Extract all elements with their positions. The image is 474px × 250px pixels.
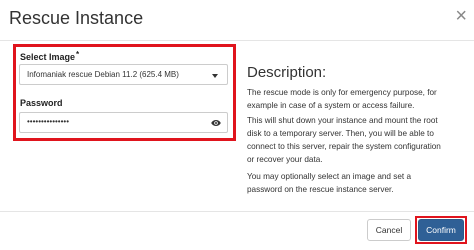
description-line: connect to this server, repair the syste… xyxy=(247,142,441,151)
cancel-button[interactable]: Cancel xyxy=(367,219,411,241)
description-line: or recover your data. xyxy=(247,155,323,164)
description-paragraph-3: You may optionally select an image and s… xyxy=(247,170,462,196)
password-field[interactable]: ••••••••••••••• xyxy=(19,112,228,133)
image-select[interactable]: Infomaniak rescue Debian 11.2 (625.4 MB) xyxy=(19,64,228,85)
confirm-button[interactable]: Confirm xyxy=(418,219,464,241)
required-marker: * xyxy=(76,50,80,59)
description-line: password on the rescue instance server. xyxy=(247,185,394,194)
description-line: disk to a temporary server. Then, you wi… xyxy=(247,129,434,138)
close-icon[interactable]: × xyxy=(455,6,467,26)
description-paragraph-1: The rescue mode is only for emergency pu… xyxy=(247,86,462,112)
eye-icon[interactable] xyxy=(211,119,221,127)
description-line: This will shut down your instance and mo… xyxy=(247,116,438,125)
chevron-down-icon xyxy=(212,74,218,78)
select-image-label-text: Select Image xyxy=(20,52,76,62)
image-select-value: Infomaniak rescue Debian 11.2 (625.4 MB) xyxy=(27,70,179,79)
description-line: The rescue mode is only for emergency pu… xyxy=(247,88,437,97)
password-label: Password xyxy=(20,98,63,108)
description-line: You may optionally select an image and s… xyxy=(247,172,412,181)
description-title: Description: xyxy=(247,64,327,81)
dialog-title: Rescue Instance xyxy=(9,8,144,28)
password-value: ••••••••••••••• xyxy=(27,117,70,126)
select-image-label: Select Image* xyxy=(20,50,80,62)
dialog-header: Rescue Instance × xyxy=(0,0,474,41)
description-line: example in case of a system or access fa… xyxy=(247,101,415,110)
description-paragraph-2: This will shut down your instance and mo… xyxy=(247,114,462,166)
